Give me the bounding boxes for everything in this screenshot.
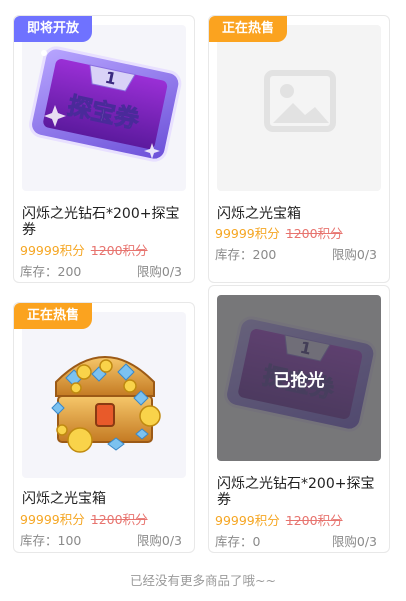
image-placeholder-icon	[264, 70, 336, 132]
limit-text: 限购0/3	[136, 264, 182, 279]
product-image[interactable]: 1 探宝券	[22, 25, 186, 191]
product-image[interactable]	[217, 25, 381, 191]
price-row: 99999积分 1200积分	[20, 243, 188, 259]
price: 99999积分	[215, 513, 280, 528]
original-price: 1200积分	[285, 513, 343, 528]
treasure-ticket-image: 1 探宝券	[29, 46, 182, 162]
limit-text: 限购0/3	[331, 534, 377, 549]
status-badge: 即将开放	[14, 16, 93, 42]
product-title: 闪烁之光宝箱	[22, 491, 106, 507]
no-more-items-text: 已经没有更多商品了哦~~	[130, 573, 276, 588]
status-badge: 正在热售	[209, 16, 288, 42]
product-title: 闪烁之光钻石*200+探宝券	[217, 476, 375, 508]
product-card[interactable]: 即将开放 1 探宝券 闪烁之光钻石*200+探宝券 99999积分 1200积分…	[13, 15, 195, 283]
sold-out-overlay: 已抢光	[217, 295, 381, 461]
price-row: 99999积分 1200积分	[20, 512, 188, 528]
product-image[interactable]: 1 探宝券 已抢光	[217, 295, 381, 461]
price: 99999积分	[215, 226, 280, 241]
price: 99999积分	[20, 243, 85, 258]
stock-text: 库存：0	[215, 534, 261, 549]
price-row: 99999积分 1200积分	[215, 513, 383, 529]
limit-text: 限购0/3	[136, 533, 182, 548]
stock-row: 库存：0 限购0/3	[215, 534, 383, 550]
limit-text: 限购0/3	[331, 247, 377, 262]
stock-text: 库存：200	[20, 264, 82, 279]
original-price: 1200积分	[90, 512, 148, 527]
stock-row: 库存：200 限购0/3	[215, 247, 383, 263]
stock-row: 库存：200 限购0/3	[20, 264, 188, 280]
original-price: 1200积分	[285, 226, 343, 241]
price-row: 99999积分 1200积分	[215, 226, 383, 242]
original-price: 1200积分	[90, 243, 148, 258]
stock-text: 库存：200	[215, 247, 277, 262]
price: 99999积分	[20, 512, 85, 527]
status-badge: 正在热售	[14, 303, 93, 329]
stock-text: 库存：100	[20, 533, 82, 548]
product-title: 闪烁之光钻石*200+探宝券	[22, 206, 180, 238]
treasure-chest-image	[51, 356, 161, 453]
product-card[interactable]: 正在热售 闪烁之光宝箱 99999积分 1200积分 库存：200 限购0/3	[208, 15, 390, 283]
product-image[interactable]	[22, 312, 186, 478]
stock-row: 库存：100 限购0/3	[20, 533, 188, 549]
product-card[interactable]: 正在热售 闪烁之光宝箱 99999积分 1200积分 库存：100 限购0/3	[13, 302, 195, 553]
product-card[interactable]: 1 探宝券 已抢光 闪烁之光钻石*200+探宝券 99999积分 1200积分 库…	[208, 285, 390, 553]
product-title: 闪烁之光宝箱	[217, 206, 301, 222]
